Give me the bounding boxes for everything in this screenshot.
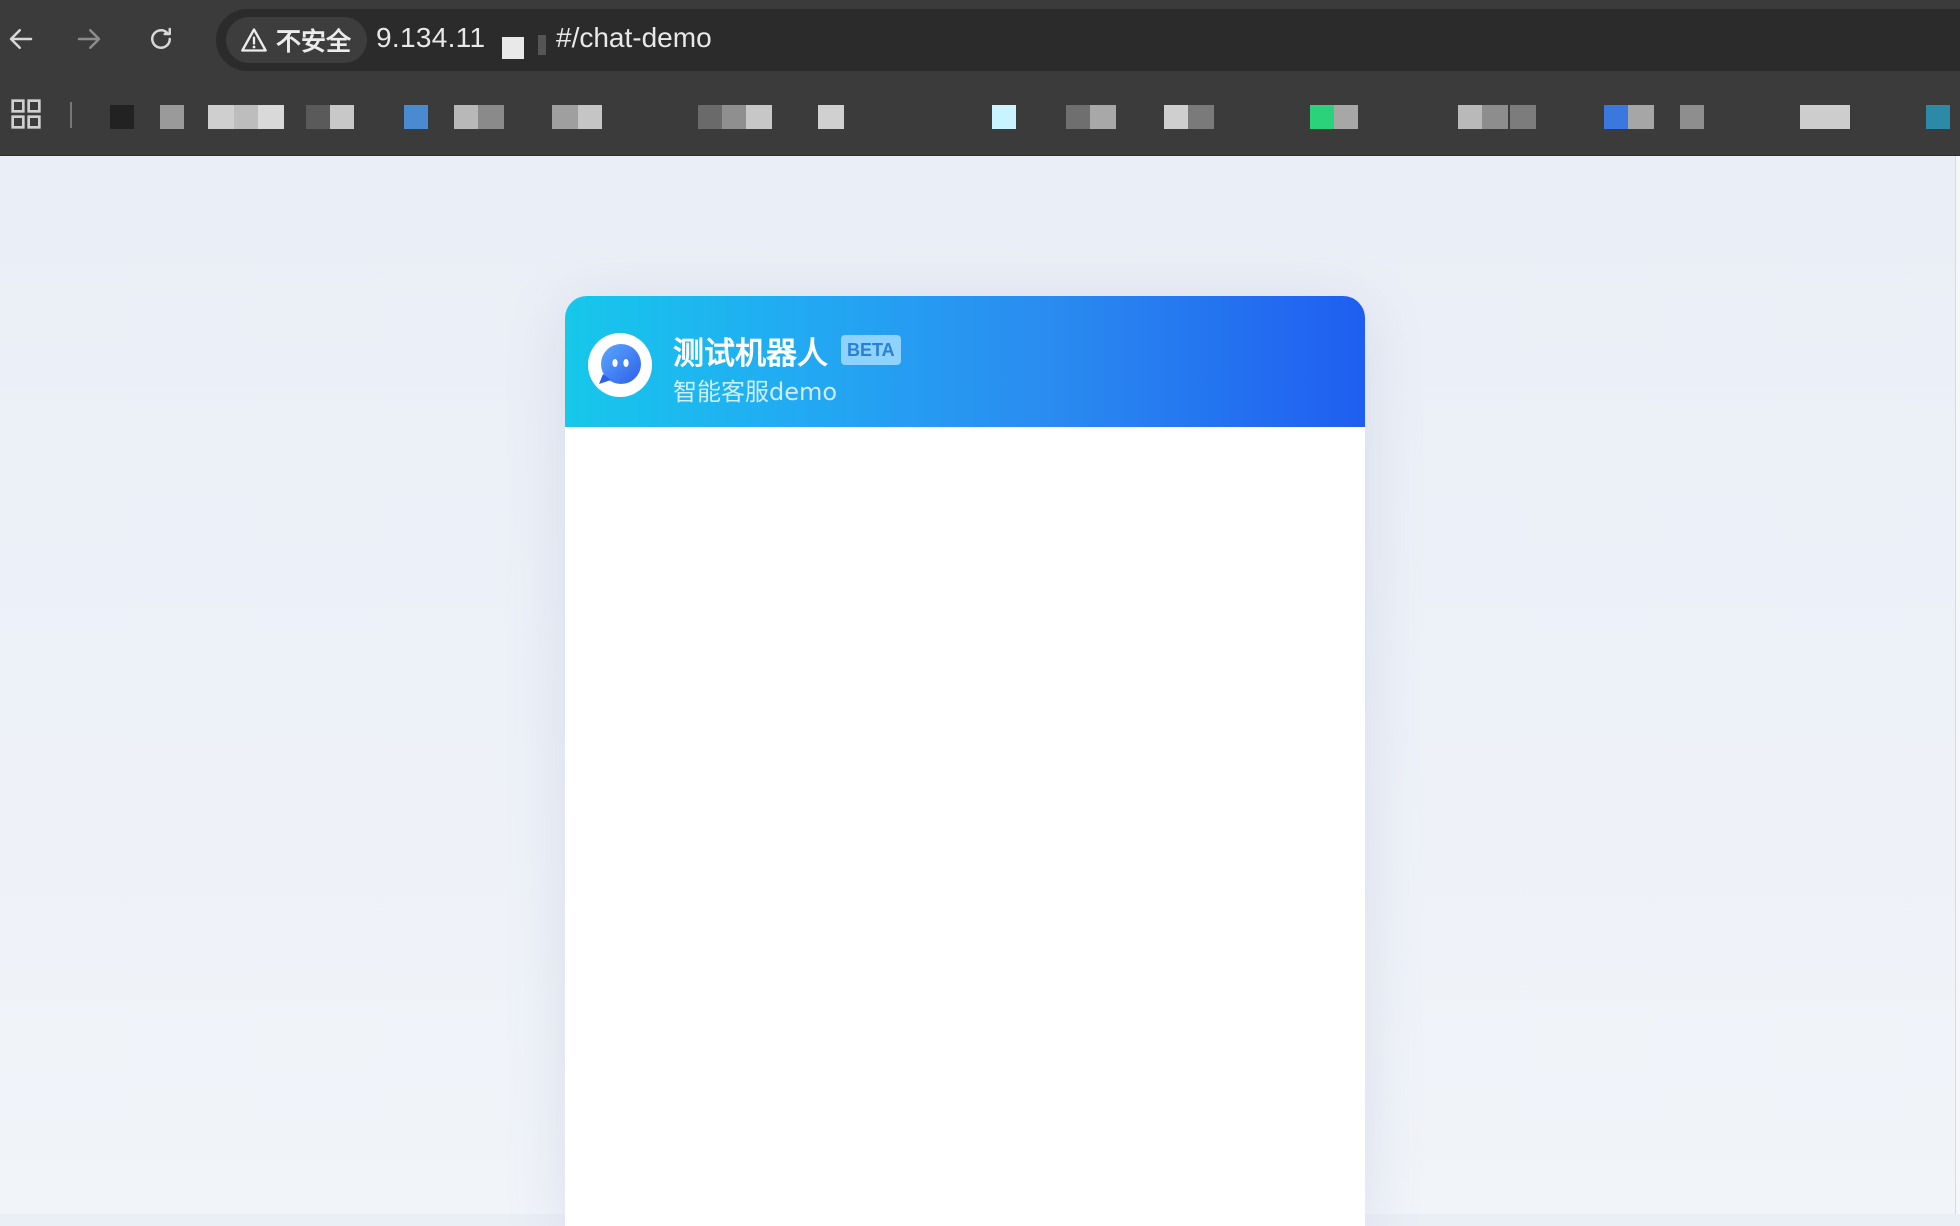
bookmark-item[interactable] — [698, 105, 724, 129]
beta-badge: BETA — [841, 335, 901, 365]
bookmark-item[interactable] — [578, 105, 602, 129]
arrow-right-icon — [77, 29, 101, 49]
bookmark-item[interactable] — [1926, 105, 1950, 129]
bookmark-item[interactable] — [1458, 105, 1484, 129]
bookmark-item[interactable] — [552, 105, 578, 129]
bookmark-item[interactable] — [306, 105, 332, 129]
bookmark-item[interactable] — [478, 105, 504, 129]
page-scroll-edge — [1955, 156, 1960, 1214]
bookmark-item[interactable] — [1800, 105, 1850, 129]
bookmark-item[interactable] — [1510, 105, 1536, 129]
chat-message-area — [565, 427, 1365, 1226]
bot-avatar — [588, 333, 652, 397]
arrow-left-icon — [9, 29, 33, 49]
bookmark-item[interactable] — [818, 105, 844, 129]
warning-triangle-icon — [241, 28, 267, 52]
url-path: #/chat-demo — [556, 22, 712, 53]
bot-name: 测试机器人 — [673, 336, 828, 372]
bookmark-item[interactable] — [1164, 105, 1190, 129]
bookmark-item[interactable] — [1482, 105, 1508, 129]
bookmark-item[interactable] — [1310, 105, 1336, 129]
bookmark-item[interactable] — [1628, 105, 1654, 129]
bookmark-item[interactable] — [404, 105, 428, 129]
chat-header: 测试机器人 BETA 智能客服demo — [565, 296, 1365, 427]
security-label: 不安全 — [276, 27, 352, 56]
bookmark-item[interactable] — [722, 105, 748, 129]
bookmarks-separator — [70, 102, 72, 128]
bookmark-item[interactable] — [1066, 105, 1092, 129]
bot-subtitle: 智能客服demo — [673, 378, 838, 406]
bookmark-item[interactable] — [110, 105, 134, 129]
address-bar[interactable]: 不安全 9.134.11 #/chat-demo — [216, 9, 1960, 71]
reload-button[interactable] — [140, 18, 182, 60]
browser-toolbar: 不安全 9.134.11 #/chat-demo — [0, 0, 1960, 156]
bookmark-item[interactable] — [1680, 105, 1704, 129]
bookmark-item[interactable] — [454, 105, 478, 129]
bookmark-item[interactable] — [160, 105, 184, 129]
bookmark-item[interactable] — [992, 105, 1016, 129]
bookmark-item[interactable] — [1334, 105, 1358, 129]
url-host: 9.134.11 — [376, 22, 486, 53]
bookmark-item[interactable] — [1188, 105, 1214, 129]
url-redaction — [486, 25, 566, 61]
chat-window: 测试机器人 BETA 智能客服demo — [565, 296, 1365, 1226]
bookmark-item[interactable] — [1090, 105, 1116, 129]
forward-button[interactable] — [68, 18, 110, 60]
apps-grid-icon[interactable] — [10, 98, 42, 130]
chat-bubble-robot-icon — [599, 344, 641, 384]
bookmark-item[interactable] — [208, 105, 234, 129]
bookmark-item[interactable] — [1604, 105, 1628, 129]
bookmark-item[interactable] — [258, 105, 284, 129]
bookmarks-bar — [0, 78, 1960, 156]
bookmark-item[interactable] — [234, 105, 260, 129]
reload-icon — [151, 27, 171, 49]
bookmark-item[interactable] — [746, 105, 772, 129]
back-button[interactable] — [0, 18, 42, 60]
navigation-row: 不安全 9.134.11 #/chat-demo — [0, 0, 1960, 78]
bookmark-item[interactable] — [330, 105, 354, 129]
site-security-chip[interactable]: 不安全 — [226, 17, 368, 63]
